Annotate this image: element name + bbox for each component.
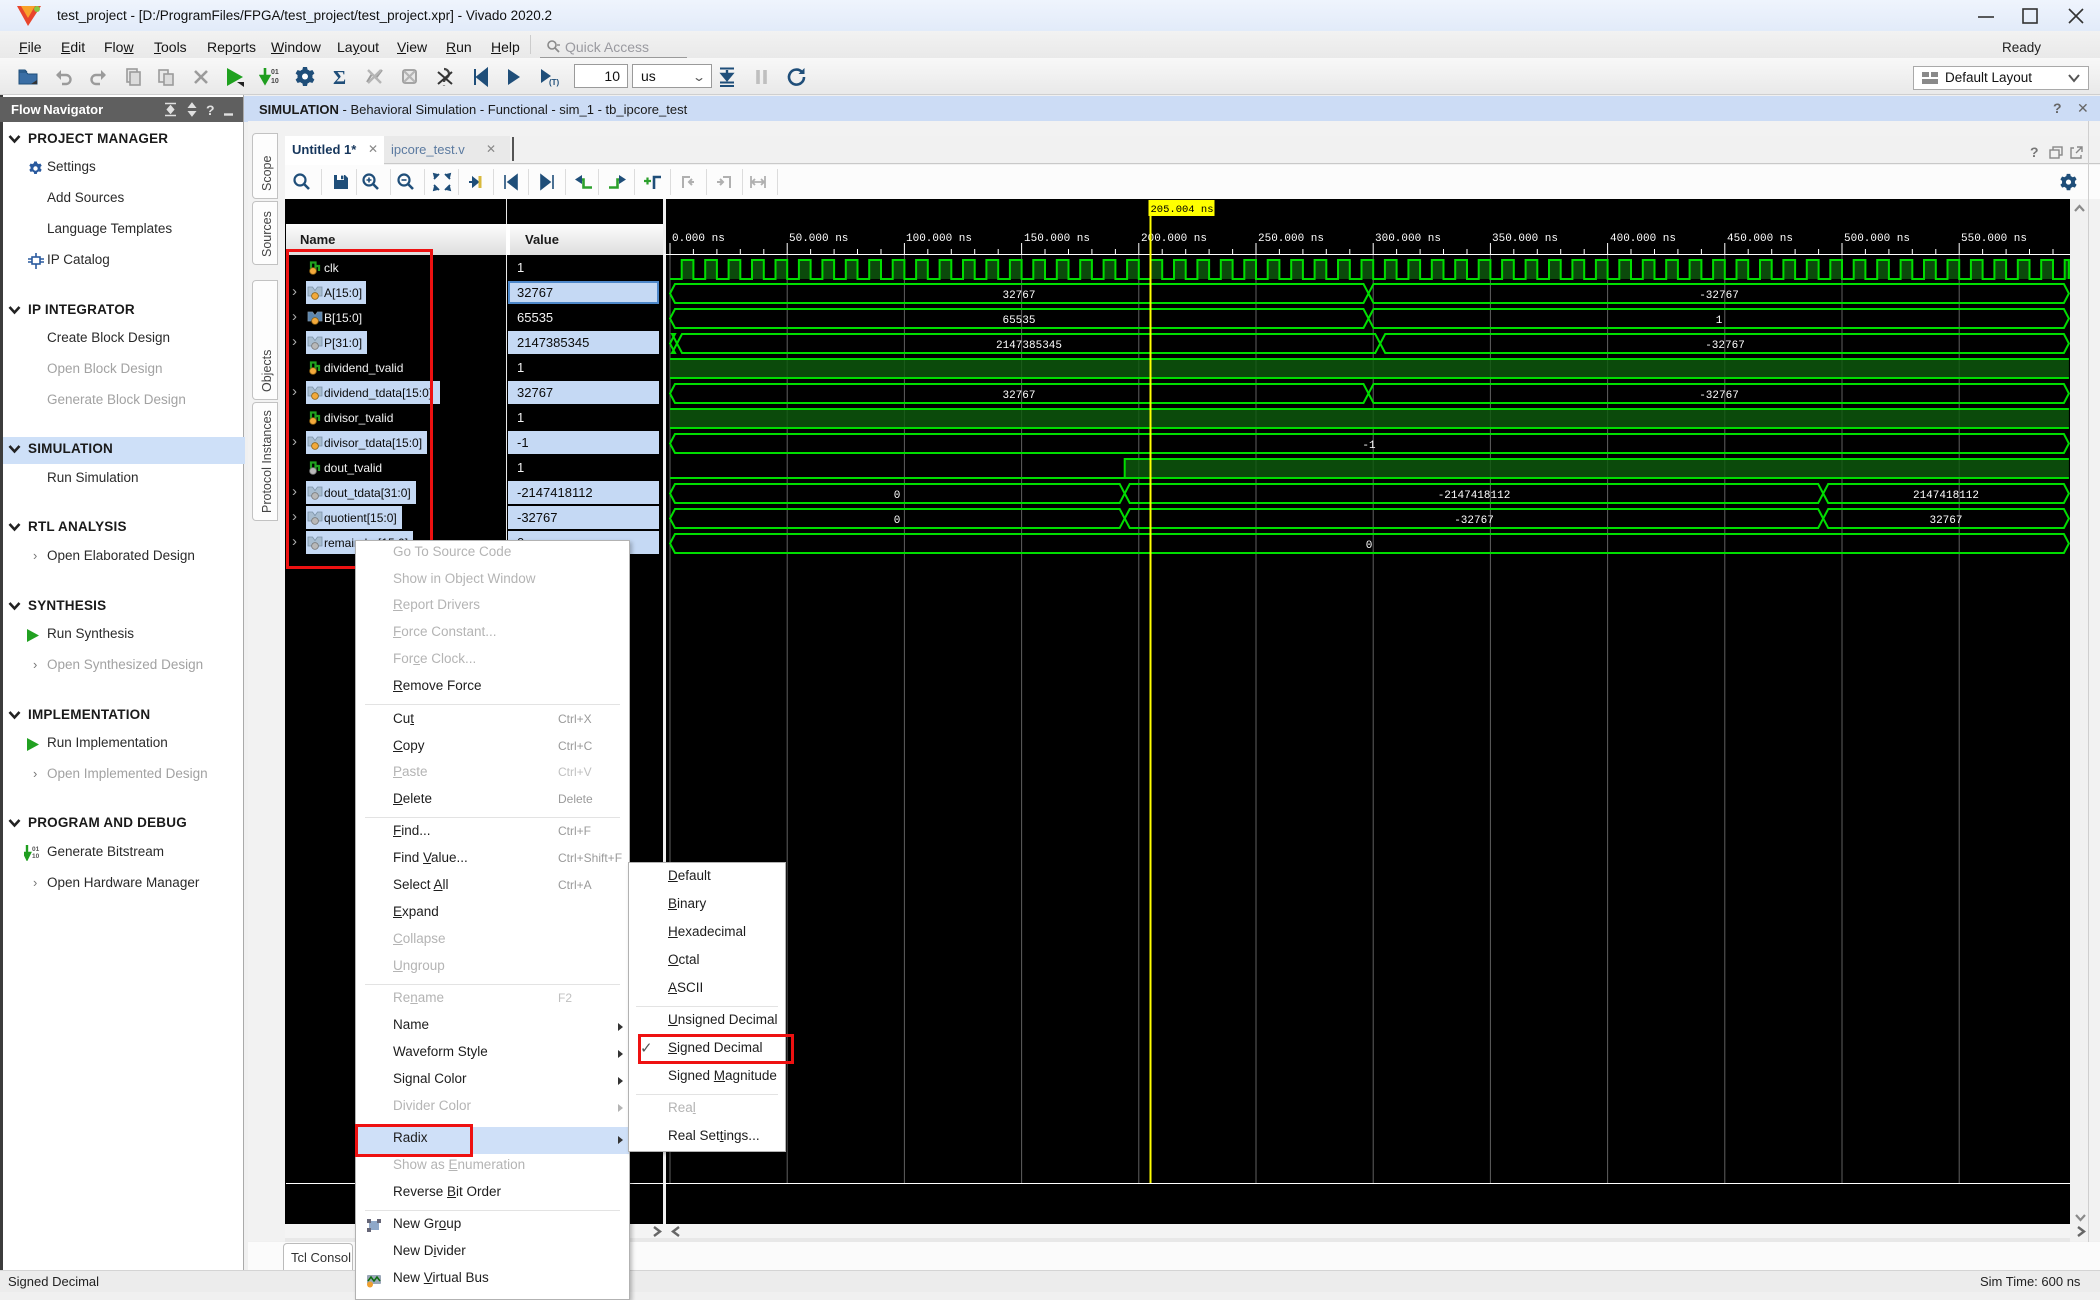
svg-text:65535: 65535 (1002, 315, 1035, 327)
svg-text:32767: 32767 (1002, 390, 1035, 402)
svg-text:0.000 ns: 0.000 ns (672, 233, 725, 245)
svg-text:32767: 32767 (1929, 515, 1962, 527)
svg-text:-2147418112: -2147418112 (1438, 490, 1511, 502)
svg-text:-32767: -32767 (1699, 390, 1739, 402)
svg-text:550.000 ns: 550.000 ns (1961, 233, 2027, 245)
svg-text:-32767: -32767 (1454, 515, 1494, 527)
svg-text:250.000 ns: 250.000 ns (1258, 233, 1324, 245)
svg-text:-32767: -32767 (1699, 290, 1739, 302)
svg-text:10: 10 (32, 853, 40, 860)
svg-text:350.000 ns: 350.000 ns (1492, 233, 1558, 245)
svg-text:500.000 ns: 500.000 ns (1844, 233, 1910, 245)
svg-text:-32767: -32767 (1705, 340, 1745, 352)
svg-text:2147418112: 2147418112 (1913, 490, 1979, 502)
svg-text:400.000 ns: 400.000 ns (1610, 233, 1676, 245)
svg-text:300.000 ns: 300.000 ns (1375, 233, 1441, 245)
svg-text:1: 1 (1716, 315, 1723, 327)
svg-text:150.000 ns: 150.000 ns (1024, 233, 1090, 245)
svg-text:450.000 ns: 450.000 ns (1727, 233, 1793, 245)
svg-text:50.000 ns: 50.000 ns (789, 233, 848, 245)
svg-text:32767: 32767 (1002, 290, 1035, 302)
svg-text:100.000 ns: 100.000 ns (906, 233, 972, 245)
svg-text:0: 0 (894, 490, 901, 502)
svg-text:01: 01 (32, 846, 40, 853)
svg-text:205.004 ns: 205.004 ns (1151, 204, 1214, 216)
svg-text:0: 0 (894, 515, 901, 527)
svg-text:0: 0 (1366, 540, 1373, 552)
svg-text:-1: -1 (1362, 440, 1376, 452)
svg-text:2147385345: 2147385345 (996, 340, 1062, 352)
